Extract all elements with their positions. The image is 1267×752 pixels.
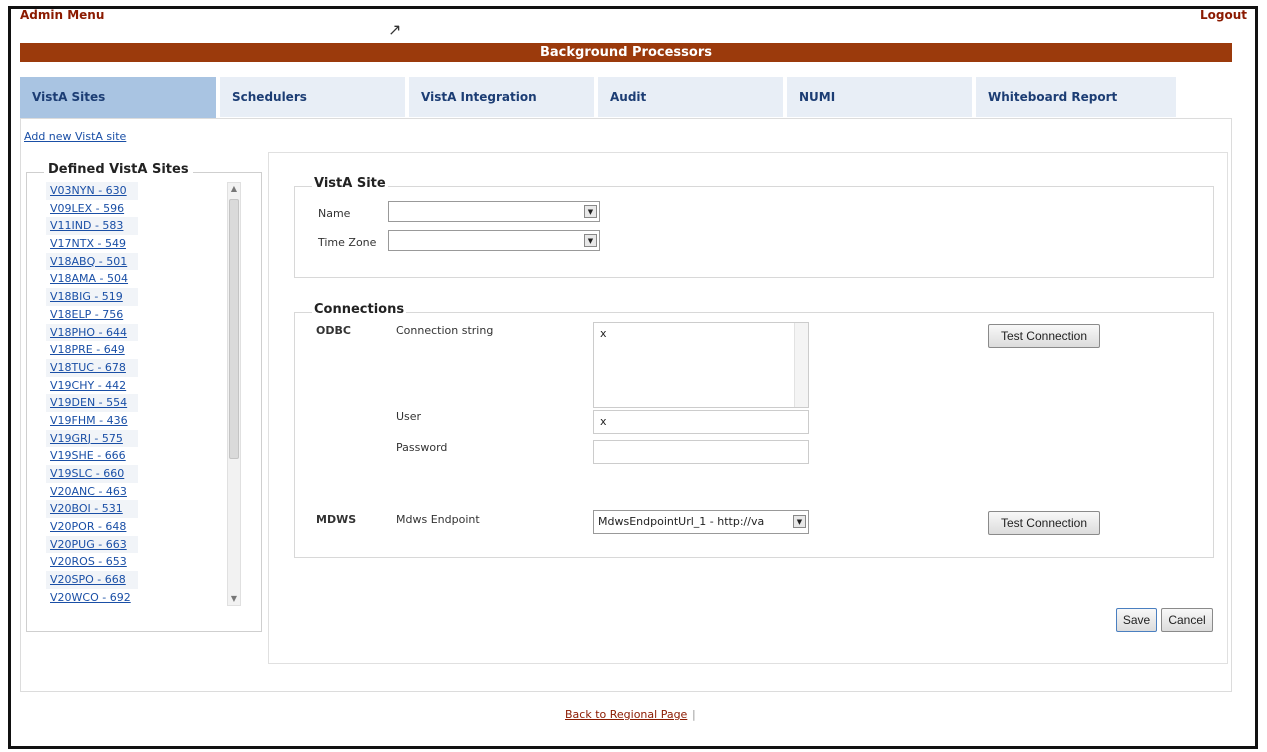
tab-whiteboard-report[interactable]: Whiteboard Report bbox=[976, 77, 1176, 117]
password-label: Password bbox=[396, 441, 448, 454]
chevron-down-icon: ▼ bbox=[584, 234, 597, 247]
tab-vista-sites[interactable]: VistA Sites bbox=[20, 77, 216, 119]
mdws-endpoint-label: Mdws Endpoint bbox=[396, 513, 480, 526]
add-vista-site-link[interactable]: Add new VistA site bbox=[24, 130, 126, 143]
site-list-item[interactable]: V20ROS - 653 bbox=[46, 553, 138, 572]
site-list-item[interactable]: V20POR - 648 bbox=[46, 518, 138, 536]
site-list-item[interactable]: V18PHO - 644 bbox=[46, 323, 138, 342]
user-label: User bbox=[396, 410, 422, 423]
site-list-item[interactable]: V19FHM - 436 bbox=[46, 411, 138, 430]
site-list-item[interactable]: V18ELP - 756 bbox=[46, 305, 138, 324]
admin-menu-link[interactable]: Admin Menu bbox=[20, 8, 104, 22]
mdws-endpoint-select[interactable]: MdwsEndpointUrl_1 - http://va ▼ bbox=[593, 510, 809, 534]
user-input[interactable]: x bbox=[593, 410, 809, 434]
site-list-item[interactable]: V18AMA - 504 bbox=[46, 270, 138, 289]
site-list-item[interactable]: V18TUC - 678 bbox=[46, 358, 138, 377]
connections-legend: Connections bbox=[312, 302, 407, 317]
logout-link[interactable]: Logout bbox=[1200, 8, 1247, 22]
timezone-select[interactable]: ▼ bbox=[388, 230, 600, 251]
vista-site-legend: VistA Site bbox=[312, 176, 388, 191]
timezone-label: Time Zone bbox=[318, 236, 377, 249]
chevron-down-icon: ▼ bbox=[584, 205, 597, 218]
connection-string-textarea[interactable]: x bbox=[593, 322, 809, 408]
test-connection-mdws-button[interactable]: Test Connection bbox=[988, 511, 1100, 535]
sites-list: V03NYN - 630 V09LEX - 596 V11IND - 583 V… bbox=[46, 182, 214, 607]
site-list-item[interactable]: V18BIG - 519 bbox=[46, 288, 138, 306]
tab-vista-integration[interactable]: VistA Integration bbox=[409, 77, 594, 117]
site-list-item[interactable]: V20SPO - 668 bbox=[46, 571, 138, 589]
site-list-item[interactable]: V19DEN - 554 bbox=[46, 394, 138, 412]
defined-sites-legend: Defined VistA Sites bbox=[44, 162, 193, 177]
mouse-cursor-icon: ↗ bbox=[388, 20, 402, 39]
save-button[interactable]: Save bbox=[1116, 608, 1157, 632]
site-list-item[interactable]: V17NTX - 549 bbox=[46, 235, 138, 253]
name-label: Name bbox=[318, 207, 351, 220]
odbc-label: ODBC bbox=[316, 324, 351, 337]
sites-scrollbar[interactable]: ▲ ▼ bbox=[227, 182, 241, 606]
scroll-down-icon[interactable]: ▼ bbox=[228, 593, 240, 605]
tab-numi[interactable]: NUMI bbox=[787, 77, 972, 117]
connection-string-label: Connection string bbox=[396, 324, 494, 337]
scroll-up-icon[interactable]: ▲ bbox=[228, 183, 240, 195]
site-list-item[interactable]: V19SLC - 660 bbox=[46, 465, 138, 483]
test-connection-odbc-button[interactable]: Test Connection bbox=[988, 324, 1100, 348]
site-list-item[interactable]: V20PUG - 663 bbox=[46, 535, 138, 554]
site-list-item[interactable]: V19GRJ - 575 bbox=[46, 429, 138, 448]
site-list-item[interactable]: V20WCO - 692 bbox=[46, 588, 138, 607]
site-list-item[interactable]: V09LEX - 596 bbox=[46, 199, 138, 218]
tab-audit[interactable]: Audit bbox=[598, 77, 783, 117]
textarea-scrollbar[interactable] bbox=[794, 323, 808, 407]
scroll-thumb[interactable] bbox=[229, 199, 239, 459]
name-select[interactable]: ▼ bbox=[388, 201, 600, 222]
site-list-item[interactable]: V03NYN - 630 bbox=[46, 182, 138, 200]
site-list-item[interactable]: V18PRE - 649 bbox=[46, 341, 138, 359]
site-list-item[interactable]: V20ANC - 463 bbox=[46, 482, 138, 501]
site-list-item[interactable]: V19CHY - 442 bbox=[46, 376, 138, 395]
site-list-item[interactable]: V18ABQ - 501 bbox=[46, 252, 138, 271]
mdws-label: MDWS bbox=[316, 513, 357, 526]
page-title: Background Processors bbox=[20, 43, 1232, 62]
cancel-button[interactable]: Cancel bbox=[1161, 608, 1213, 632]
site-list-item[interactable]: V20BOI - 531 bbox=[46, 500, 138, 519]
chevron-down-icon: ▼ bbox=[793, 515, 806, 528]
footer-separator: | bbox=[692, 708, 696, 721]
back-to-regional-link[interactable]: Back to Regional Page bbox=[565, 708, 687, 721]
site-list-item[interactable]: V19SHE - 666 bbox=[46, 447, 138, 465]
site-list-item[interactable]: V11IND - 583 bbox=[46, 217, 138, 236]
connection-string-value: x bbox=[600, 327, 607, 340]
tab-schedulers[interactable]: Schedulers bbox=[220, 77, 405, 117]
password-input[interactable] bbox=[593, 440, 809, 464]
mdws-endpoint-value: MdwsEndpointUrl_1 - http://va bbox=[598, 515, 765, 528]
